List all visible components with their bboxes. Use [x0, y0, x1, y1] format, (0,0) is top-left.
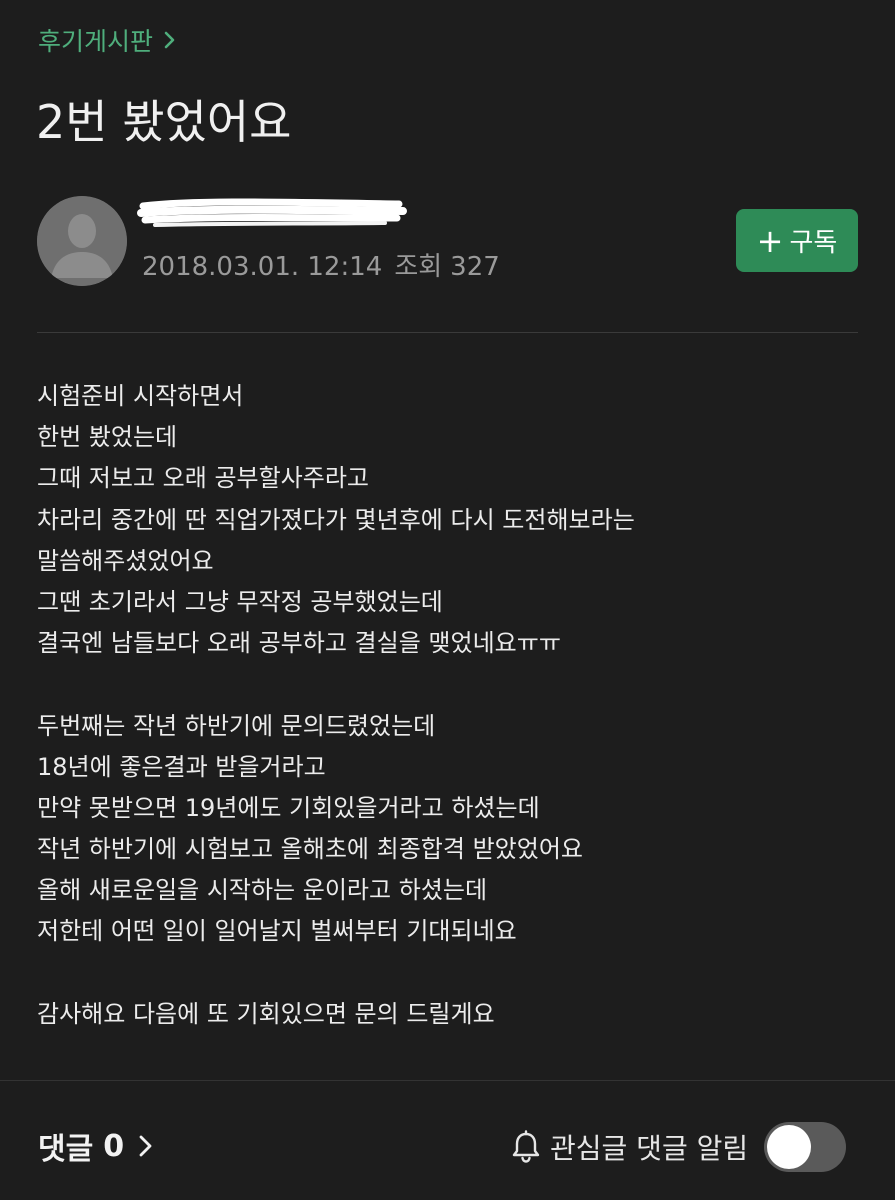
comments-count: 0 — [103, 1128, 125, 1164]
body-line: 한번 봤었는데 — [37, 423, 178, 452]
body-line: 말씀해주셨었어요 — [37, 546, 214, 575]
notify-label: 관심글 댓글 알림 — [550, 1132, 749, 1165]
body-line: 감사해요 다음에 또 기회있으면 문의 드릴게요 — [37, 999, 495, 1028]
body-line: 그땐 초기라서 그냥 무작정 공부했었는데 — [37, 587, 443, 616]
body-line: 만약 못받으면 19년에도 기회있을거라고 하셨는데 — [37, 793, 540, 822]
views-count: 327 — [450, 252, 500, 282]
post-body: 시험준비 시작하면서 한번 봤었는데 그때 저보고 오래 공부할사주라고 차라리… — [37, 376, 867, 1035]
plus-icon: + — [756, 221, 784, 260]
post-meta: 2018.03.01. 12:14 조회 327 — [142, 246, 512, 283]
body-line: 두번째는 작년 하반기에 문의드렸었는데 — [37, 711, 436, 740]
body-line: 시험준비 시작하면서 — [37, 382, 244, 410]
notify-toggle[interactable] — [764, 1122, 847, 1172]
footer-divider — [0, 1080, 895, 1081]
comments-label: 댓글 — [38, 1132, 94, 1167]
default-user-icon — [37, 196, 127, 286]
chevron-right-icon — [139, 1135, 152, 1157]
comment-notification-control: 관심글 댓글 알림 — [510, 1122, 847, 1172]
toggle-knob — [767, 1125, 812, 1169]
subscribe-label: 구독 — [789, 228, 838, 258]
board-name: 후기게시판 — [38, 27, 154, 56]
subscribe-button[interactable]: + 구독 — [736, 209, 858, 272]
header-divider — [37, 332, 858, 333]
post-date: 2018.03.01. 12:14 — [142, 252, 383, 282]
views-label: 조회 — [394, 252, 443, 282]
comments-link[interactable]: 댓글 0 — [38, 1124, 153, 1168]
body-line: 18년에 좋은결과 받을거라고 — [37, 752, 326, 781]
post-page: 후기게시판 2번 봤었어요 2018.03.01. 12:14 조회 327 + 구… — [0, 0, 895, 1200]
redaction-scribble — [137, 198, 407, 227]
bell-icon — [512, 1130, 540, 1163]
body-line: 작년 하반기에 시험보고 올해초에 최종합격 받았었어요 — [37, 835, 583, 864]
body-line: 올해 새로운일을 시작하는 운이라고 하셨는데 — [37, 876, 488, 905]
body-line: 차라리 중간에 딴 직업가졌다가 몇년후에 다시 도전해보라는 — [37, 505, 635, 534]
author-name-redacted[interactable] — [135, 196, 407, 230]
body-line: 결국엔 남들보다 오래 공부하고 결실을 맺었네요ㅠㅠ — [37, 629, 561, 658]
post-title: 2번 봤었어요 — [36, 95, 292, 149]
chevron-right-icon — [164, 31, 175, 49]
body-line: 그때 저보고 오래 공부할사주라고 — [37, 464, 370, 493]
author-avatar[interactable] — [37, 196, 127, 286]
body-line: 저한테 어떤 일이 일어날지 벌써부터 기대되네요 — [37, 917, 517, 946]
board-breadcrumb-link[interactable]: 후기게시판 — [38, 22, 176, 58]
